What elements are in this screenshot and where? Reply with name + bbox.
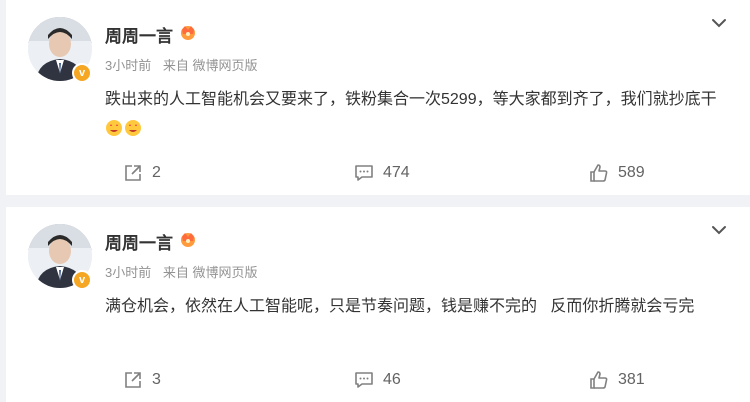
comment-button[interactable]: 474 — [354, 158, 410, 188]
post-source: 来自 微博网页版 — [162, 58, 258, 73]
share-button[interactable]: 3 — [123, 365, 161, 395]
star-eyes-emoji-icon — [125, 120, 141, 136]
thumbs-up-icon — [590, 164, 608, 182]
post-text-body: 满仓机会，依然在人工智能呢，只是节奏问题，钱是赚不完的 反而你折腾就会亏完 — [105, 298, 695, 315]
comment-icon — [355, 372, 373, 388]
post-card: v 周周一言 3小时前 来自 微博网页版 跌出来的人工智能机会又要来了，铁粉集合… — [6, 0, 750, 195]
verified-icon: v — [72, 270, 92, 290]
post-time[interactable]: 3小时前 — [105, 58, 151, 73]
like-button[interactable]: 589 — [589, 158, 645, 188]
thumbs-up-icon — [590, 371, 608, 389]
comment-count: 46 — [383, 371, 401, 388]
post-card: v 周周一言 3小时前 来自 微博网页版 满仓机会，依然在人工智能呢，只是节奏问… — [6, 207, 750, 402]
post-text-body: 跌出来的人工智能机会又要来了，铁粉集合一次5299，等大家都到齐了，我们就抄底干 — [105, 91, 717, 108]
post-meta: 3小时前 来自 微博网页版 — [105, 55, 265, 74]
share-icon — [125, 165, 141, 181]
chevron-down-icon[interactable] — [710, 14, 728, 32]
fan-crown-icon — [181, 26, 195, 40]
comment-icon — [355, 165, 373, 181]
verified-icon: v — [72, 63, 92, 83]
post-source: 来自 微博网页版 — [162, 265, 258, 280]
author-name[interactable]: 周周一言 — [105, 229, 173, 254]
post-time[interactable]: 3小时前 — [105, 265, 151, 280]
like-count: 589 — [618, 164, 645, 181]
share-count: 3 — [152, 371, 161, 388]
weibo-feed: v 周周一言 3小时前 来自 微博网页版 跌出来的人工智能机会又要来了，铁粉集合… — [0, 0, 750, 402]
like-button[interactable]: 381 — [589, 365, 645, 395]
comment-count: 474 — [383, 164, 410, 181]
action-bar: 2 474 589 — [6, 158, 750, 188]
post-text: 跌出来的人工智能机会又要来了，铁粉集合一次5299，等大家都到齐了，我们就抄底干 — [105, 85, 735, 145]
post-text: 满仓机会，依然在人工智能呢，只是节奏问题，钱是赚不完的 反而你折腾就会亏完 — [105, 292, 735, 322]
star-eyes-emoji-icon — [106, 120, 122, 136]
fan-crown-icon — [181, 233, 195, 247]
author-name[interactable]: 周周一言 — [105, 22, 173, 47]
comment-button[interactable]: 46 — [354, 365, 401, 395]
post-meta: 3小时前 来自 微博网页版 — [105, 262, 265, 281]
like-count: 381 — [618, 371, 645, 388]
action-bar: 3 46 381 — [6, 365, 750, 395]
share-icon — [125, 372, 141, 388]
share-button[interactable]: 2 — [123, 158, 161, 188]
chevron-down-icon[interactable] — [710, 221, 728, 239]
share-count: 2 — [152, 164, 161, 181]
